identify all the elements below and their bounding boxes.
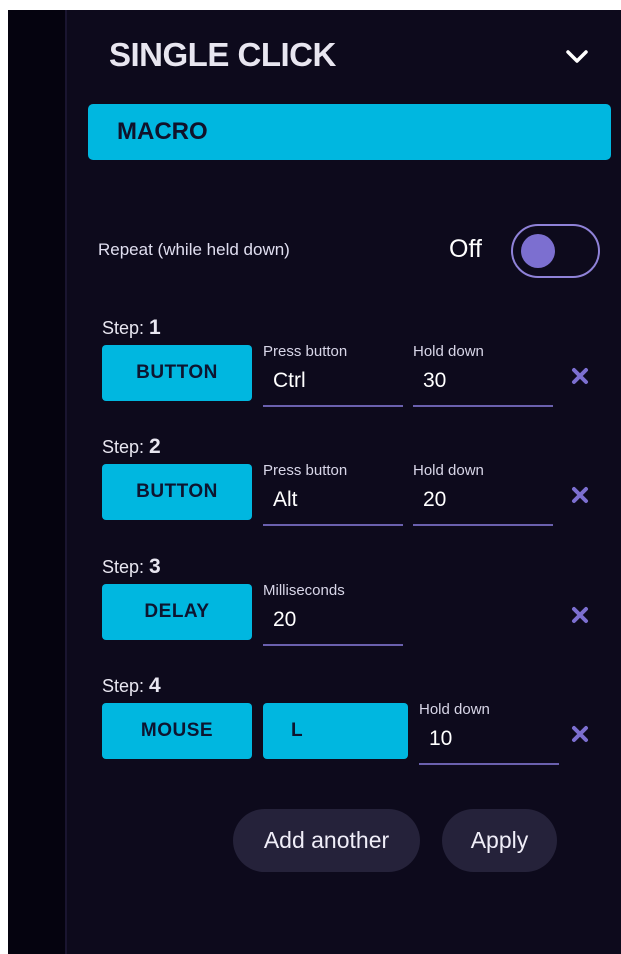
milliseconds-field[interactable]: Milliseconds 20 <box>263 582 403 646</box>
macro-step: Step: 4 MOUSE L Hold down 10 <box>67 674 621 784</box>
close-icon[interactable] <box>568 722 592 746</box>
step-label: Step: 2 <box>102 435 161 459</box>
step-prefix: Step: <box>102 318 145 338</box>
macro-step: Step: 2 BUTTON Press button Alt Hold dow… <box>67 435 621 545</box>
field-label: Hold down <box>413 343 484 360</box>
mode-selector[interactable]: MACRO <box>88 104 611 160</box>
hold-down-field[interactable]: Hold down 30 <box>413 343 553 407</box>
step-prefix: Step: <box>102 437 145 457</box>
field-value[interactable]: 20 <box>273 608 296 632</box>
macro-panel: SINGLE CLICK MACRO Repeat (while held do… <box>67 10 621 954</box>
repeat-label: Repeat (while held down) <box>98 240 290 259</box>
field-label: Milliseconds <box>263 582 345 599</box>
field-value[interactable]: 10 <box>429 727 452 751</box>
apply-button[interactable]: Apply <box>442 809 557 872</box>
press-button-field[interactable]: Press button Ctrl <box>263 343 403 407</box>
step-number: 3 <box>149 555 161 578</box>
panel-title: SINGLE CLICK <box>109 36 336 73</box>
field-label: Press button <box>263 343 348 360</box>
field-label: Hold down <box>413 462 484 479</box>
field-value[interactable]: 20 <box>423 488 446 512</box>
field-value[interactable]: Ctrl <box>273 369 306 393</box>
close-icon[interactable] <box>568 603 592 627</box>
macro-step: Step: 1 BUTTON Press button Ctrl Hold do… <box>67 316 621 426</box>
step-type-button[interactable]: BUTTON <box>102 464 252 520</box>
field-value[interactable]: 30 <box>423 369 446 393</box>
field-label: Hold down <box>419 701 490 718</box>
left-sidebar-strip <box>8 10 65 954</box>
step-number: 2 <box>149 435 161 458</box>
step-label: Step: 1 <box>102 316 161 340</box>
close-icon[interactable] <box>568 364 592 388</box>
field-value[interactable]: Alt <box>273 488 298 512</box>
repeat-toggle[interactable] <box>511 224 600 278</box>
step-number: 1 <box>149 316 161 339</box>
step-label: Step: 4 <box>102 674 161 698</box>
close-icon[interactable] <box>568 483 592 507</box>
step-type-button[interactable]: DELAY <box>102 584 252 640</box>
toggle-knob <box>521 234 555 268</box>
hold-down-field[interactable]: Hold down 10 <box>419 701 559 765</box>
macro-step: Step: 3 DELAY Milliseconds 20 <box>67 555 621 665</box>
step-type-button[interactable]: MOUSE <box>102 703 252 759</box>
step-prefix: Step: <box>102 676 145 696</box>
step-label: Step: 3 <box>102 555 161 579</box>
macro-editor-window: SINGLE CLICK MACRO Repeat (while held do… <box>8 10 621 954</box>
mouse-key-button[interactable]: L <box>263 703 408 759</box>
step-type-button[interactable]: BUTTON <box>102 345 252 401</box>
field-label: Press button <box>263 462 348 479</box>
chevron-down-icon[interactable] <box>562 44 592 70</box>
repeat-state: Off <box>449 235 482 263</box>
step-prefix: Step: <box>102 557 145 577</box>
step-number: 4 <box>149 674 161 697</box>
hold-down-field[interactable]: Hold down 20 <box>413 462 553 526</box>
add-step-button[interactable]: Add another <box>233 809 420 872</box>
press-button-field[interactable]: Press button Alt <box>263 462 403 526</box>
